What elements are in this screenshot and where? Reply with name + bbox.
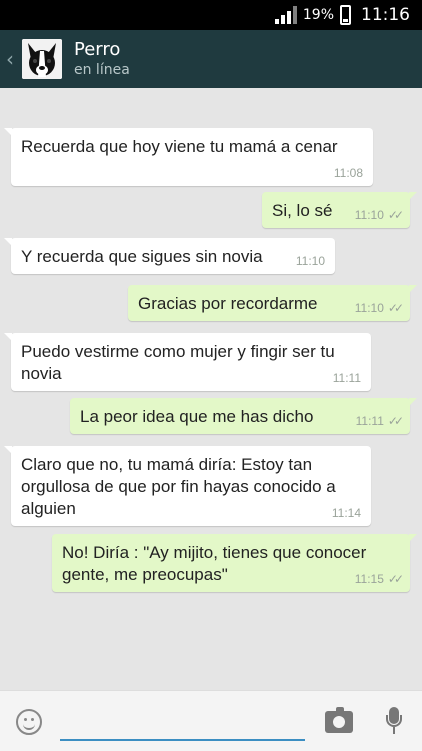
double-check-icon: ✓✓ [387, 414, 404, 428]
clock: 11:16 [361, 5, 410, 25]
message-text: No! Diría : "Ay mijito, tienes que conoc… [62, 543, 367, 584]
message-time: 11:10 ✓✓ [354, 301, 404, 315]
message-text: Recuerda que hoy viene tu mamá a cenar [21, 137, 338, 156]
double-check-icon: ✓✓ [387, 208, 404, 222]
avatar[interactable] [22, 39, 62, 79]
message-text: Claro que no, tu mamá diría: Estoy tan o… [21, 455, 336, 518]
double-check-icon: ✓✓ [387, 301, 404, 315]
message-bubble-incoming[interactable]: Recuerda que hoy viene tu mamá a cenar 1… [4, 128, 373, 186]
battery-percentage: 19% [302, 7, 334, 23]
message-text: La peor idea que me has dicho [80, 407, 314, 426]
message-input-bar [0, 690, 422, 751]
message-text: Y recuerda que sigues sin novia [21, 247, 263, 266]
message-text: Gracias por recordarme [138, 294, 318, 313]
message-time: 11:08 [333, 166, 363, 180]
message-text: Puedo vestirme como mujer y fingir ser t… [21, 342, 335, 383]
message-input[interactable] [60, 707, 305, 741]
message-time: 11:10 ✓✓ [354, 208, 404, 222]
double-check-icon: ✓✓ [387, 572, 404, 586]
contact-name[interactable]: Perro [74, 39, 130, 61]
microphone-icon[interactable] [386, 707, 402, 737]
message-bubble-incoming[interactable]: Puedo vestirme como mujer y fingir ser t… [4, 333, 371, 391]
message-bubble-outgoing[interactable]: La peor idea que me has dicho 11:11 ✓✓ [70, 398, 417, 434]
smiley-icon[interactable] [16, 709, 42, 735]
message-bubble-outgoing[interactable]: No! Diría : "Ay mijito, tienes que conoc… [52, 534, 417, 592]
message-time: 11:14 [331, 506, 361, 520]
status-bar: 19% 11:16 [0, 0, 422, 30]
chat-header[interactable]: ‹ Perro en línea [0, 30, 422, 88]
chevron-left-icon[interactable]: ‹ [2, 47, 18, 71]
message-bubble-incoming[interactable]: Claro que no, tu mamá diría: Estoy tan o… [4, 446, 371, 526]
message-list[interactable]: Recuerda que hoy viene tu mamá a cenar 1… [0, 88, 422, 690]
camera-icon[interactable] [325, 707, 353, 733]
contact-status: en línea [74, 62, 130, 78]
message-bubble-incoming[interactable]: Y recuerda que sigues sin novia 11:10 [4, 238, 335, 274]
message-time: 11:11 [332, 371, 361, 385]
message-bubble-outgoing[interactable]: Si, lo sé 11:10 ✓✓ [262, 192, 417, 228]
battery-icon [340, 5, 351, 25]
message-time: 11:10 [295, 254, 325, 268]
message-bubble-outgoing[interactable]: Gracias por recordarme 11:10 ✓✓ [128, 285, 417, 321]
message-time: 11:15 ✓✓ [354, 572, 404, 586]
signal-icon [274, 6, 297, 24]
message-time: 11:11 ✓✓ [355, 414, 404, 428]
dog-avatar-icon [22, 39, 62, 79]
message-text: Si, lo sé [272, 201, 333, 220]
